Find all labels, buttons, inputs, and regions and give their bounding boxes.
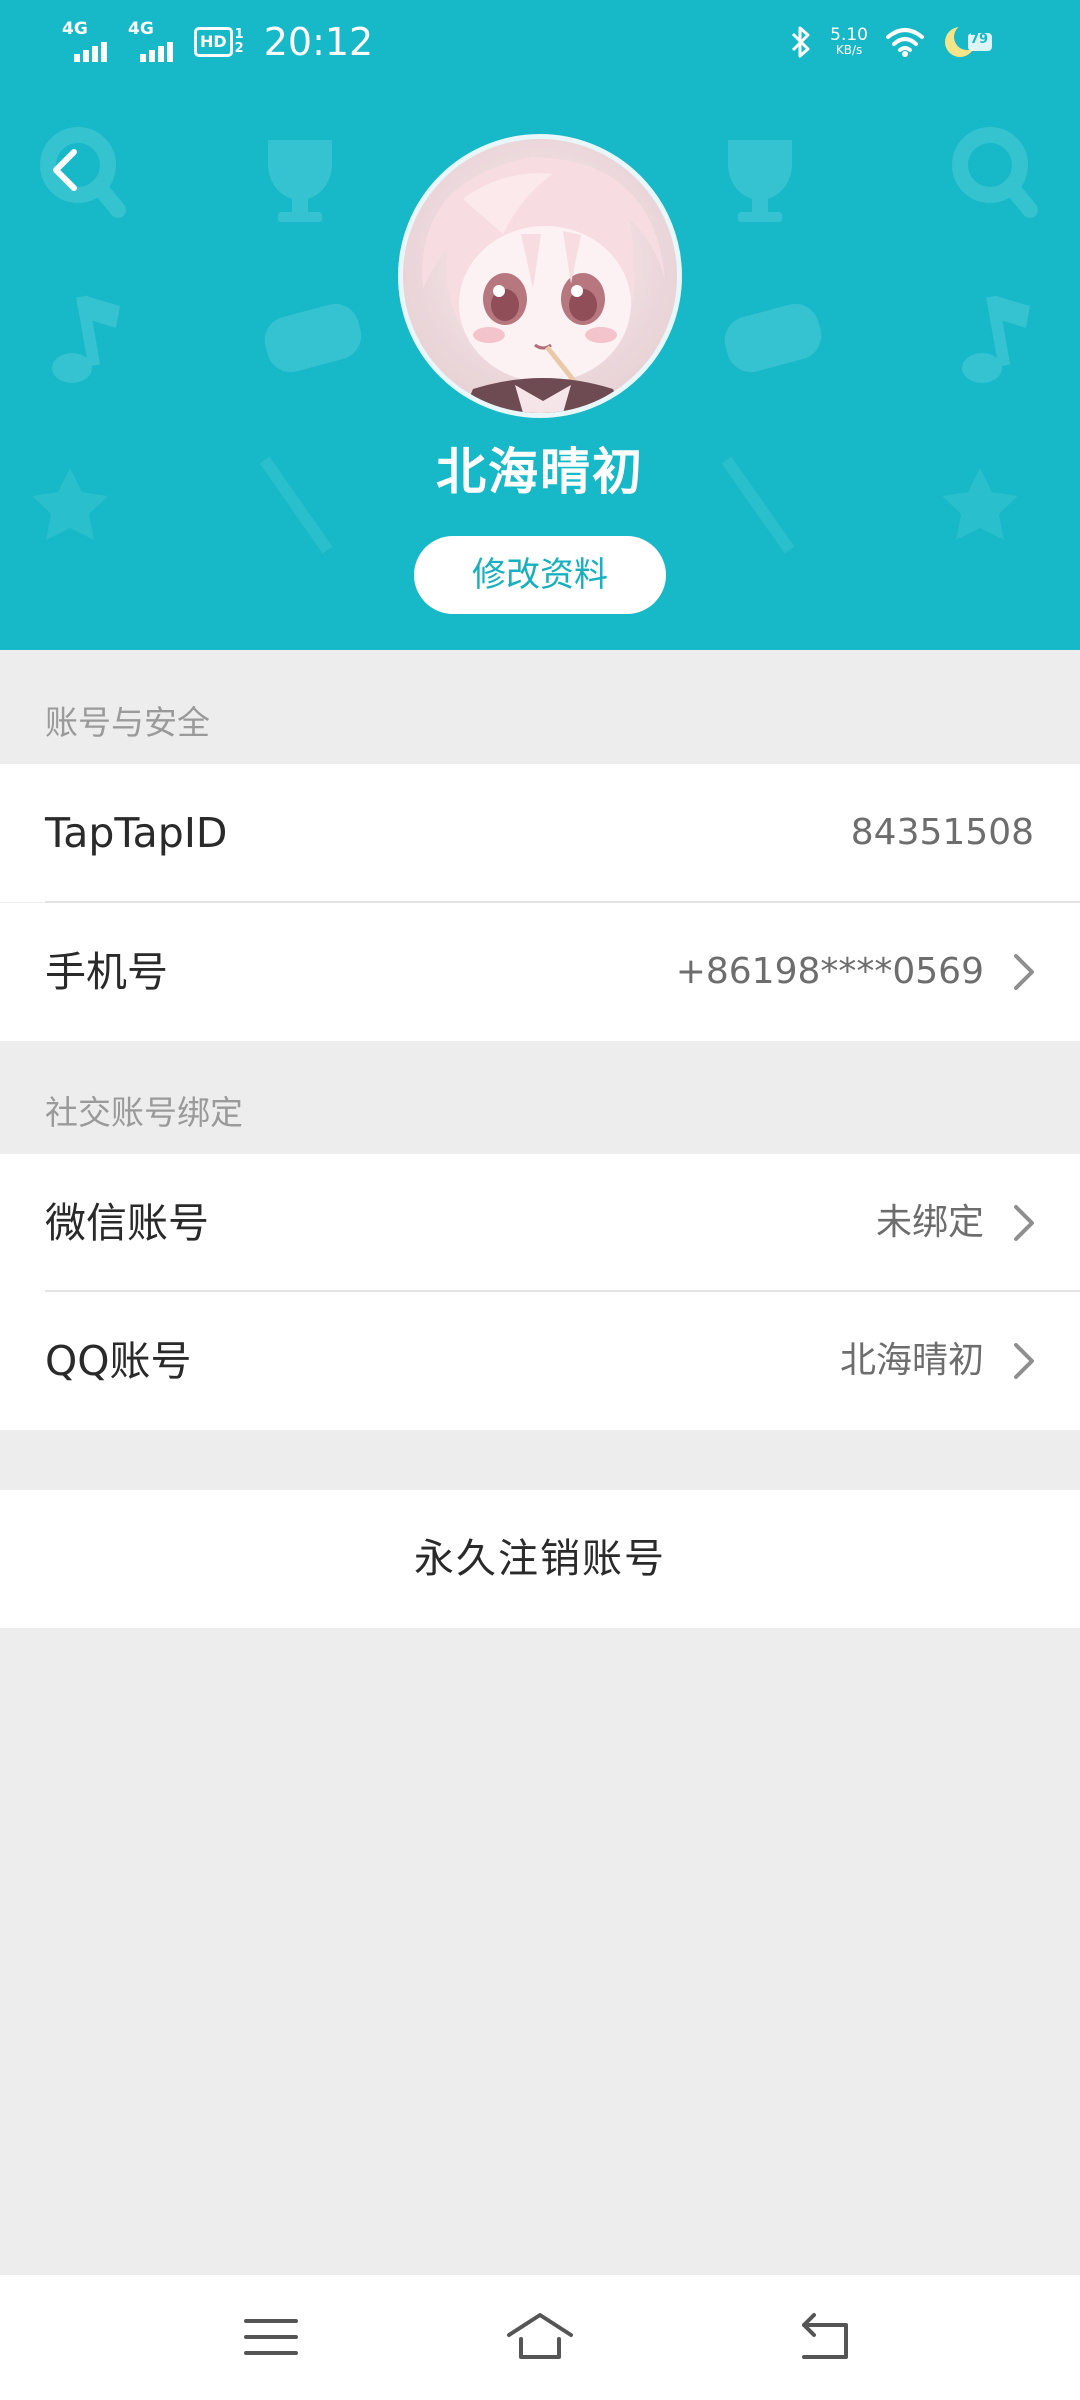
back-return-icon[interactable]	[790, 2307, 860, 2367]
qq-account-value: 北海晴初	[839, 1340, 984, 1381]
phone-number-row[interactable]: 手机号 +86198****0569	[0, 903, 1080, 1041]
menu-icon[interactable]	[236, 2307, 306, 2367]
section-title-account-security: 账号与安全	[45, 703, 210, 742]
wechat-account-value: 未绑定	[875, 1202, 984, 1243]
profile-header: 4G 4G HD 1 2 20:12 5.10 KB/s 79 北海晴初 修改资…	[0, 0, 1080, 650]
hd-label: HD	[194, 27, 233, 57]
home-icon[interactable]	[505, 2307, 575, 2367]
delete-account-button[interactable]: 永久注销账号	[0, 1490, 1080, 1628]
taptap-id-label: TapTapID	[45, 809, 228, 857]
network-speed-unit: KB/s	[835, 43, 863, 57]
edit-profile-button[interactable]: 修改资料	[414, 536, 666, 614]
cell-signal-1-icon: 4G	[62, 20, 114, 64]
phone-number-value: +86198****0569	[675, 951, 984, 992]
avatar[interactable]	[398, 134, 682, 418]
taptap-id-value: 84351508	[850, 812, 1034, 853]
back-button[interactable]	[30, 130, 100, 210]
chevron-right-icon	[1014, 1205, 1034, 1241]
phone-number-label: 手机号	[45, 948, 168, 996]
hd-sub-bottom: 2	[234, 41, 244, 56]
cell-signal-2-icon: 4G	[128, 20, 180, 64]
network-speed-value: 5.10	[830, 25, 868, 45]
hd-sub-top: 1	[234, 27, 244, 42]
network-speed: 5.10 KB/s	[830, 27, 868, 57]
battery-level: 79	[970, 32, 989, 47]
status-bar-right: 5.10 KB/s 79	[790, 18, 998, 66]
network-type-1: 4G	[62, 19, 88, 39]
system-navigation-bar	[0, 2275, 1080, 2400]
wechat-account-row[interactable]: 微信账号 未绑定	[0, 1154, 1080, 1292]
status-time: 20:12	[263, 20, 374, 64]
network-type-2: 4G	[128, 19, 154, 39]
battery-icon: 79	[942, 25, 998, 59]
status-bar: 4G 4G HD 1 2 20:12 5.10 KB/s 79	[0, 0, 1080, 84]
wechat-account-label: 微信账号	[45, 1199, 209, 1247]
status-bar-left: 4G 4G HD 1 2 20:12	[62, 18, 373, 66]
taptap-id-row: TapTapID 84351508	[0, 764, 1080, 902]
qq-account-label: QQ账号	[45, 1337, 192, 1385]
wifi-icon	[886, 28, 924, 57]
chevron-right-icon	[1014, 1343, 1034, 1379]
hd-voice-icon: HD 1 2	[194, 27, 244, 57]
section-title-social-binding: 社交账号绑定	[45, 1093, 243, 1132]
back-arrow-icon	[53, 149, 77, 191]
bluetooth-icon	[792, 26, 810, 58]
qq-account-row[interactable]: QQ账号 北海晴初	[0, 1292, 1080, 1430]
avatar-image	[403, 139, 677, 413]
username: 北海晴初	[436, 443, 644, 501]
chevron-right-icon	[1014, 954, 1034, 990]
